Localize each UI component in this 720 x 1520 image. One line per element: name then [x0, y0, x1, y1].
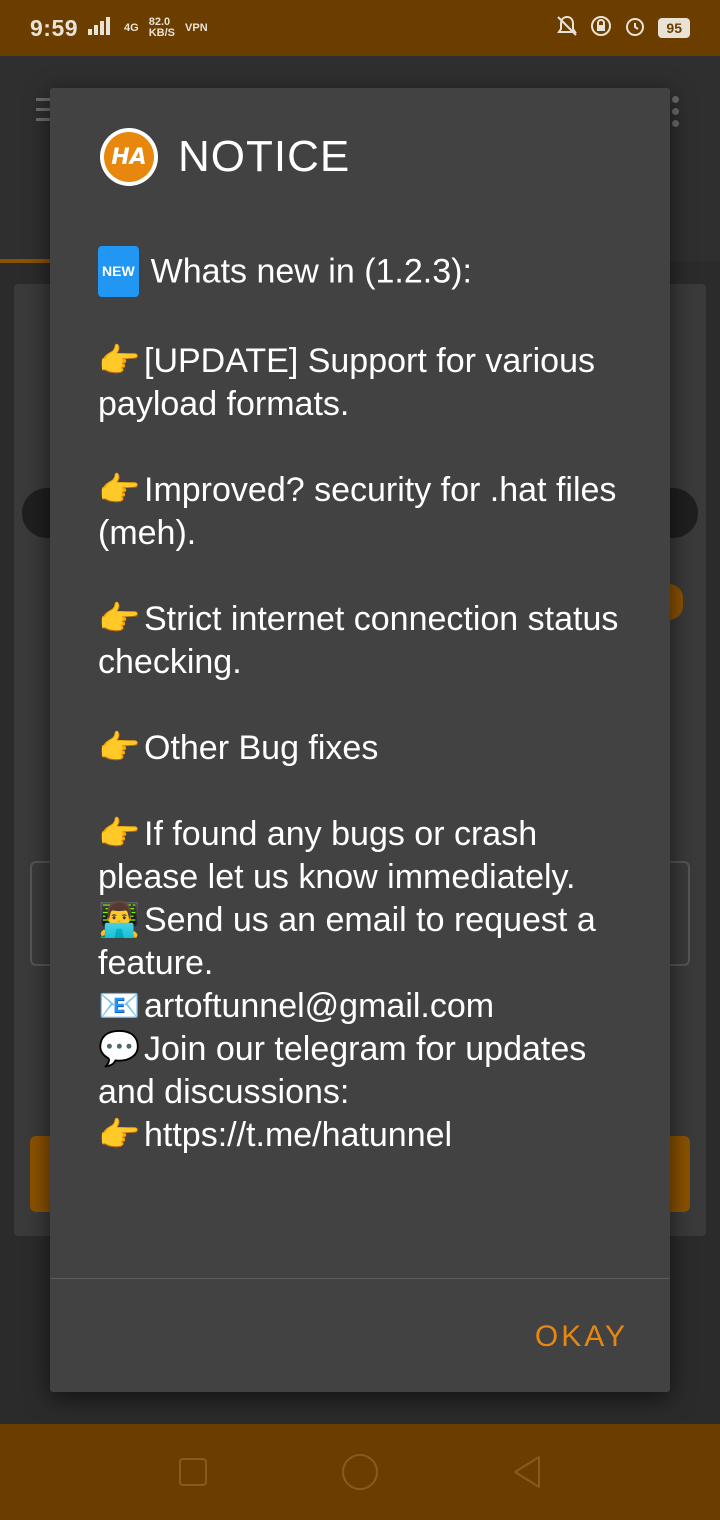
- dialog-header: HA NOTICE: [100, 128, 350, 186]
- speech-bubble-icon: 💬: [98, 1029, 141, 1069]
- email-line: 📧 artoftunnel@gmail.com: [98, 986, 495, 1026]
- network-speed: 82.0 KB/S: [148, 16, 176, 39]
- whats-new-line: NEW Whats new in (1.2.3):: [98, 246, 638, 297]
- dialog-title: NOTICE: [178, 132, 351, 181]
- pointing-hand-icon: 👉: [98, 341, 141, 381]
- pointing-hand-icon: 👉: [98, 1115, 141, 1155]
- internet-line: 👉 Strict internet connection status check…: [98, 599, 619, 681]
- report-line: 👉 If found any bugs or crash please let u…: [98, 814, 576, 896]
- signal-icon: [88, 16, 114, 40]
- recents-button[interactable]: [173, 1452, 213, 1492]
- bugfixes-line: 👉 Other Bug fixes: [98, 728, 379, 768]
- okay-button[interactable]: OKAY: [535, 1320, 628, 1354]
- security-line: 👉 Improved? security for .hat files (meh)…: [98, 470, 617, 552]
- pointing-hand-icon: 👉: [98, 728, 141, 768]
- dialog-message: NEW Whats new in (1.2.3): 👉 [UPDATE] Suppo…: [98, 246, 638, 1157]
- battery-indicator: 95: [658, 18, 690, 38]
- network-type: 4G: [124, 21, 139, 34]
- telegram-line: 💬 Join our telegram for updates and discu…: [98, 1029, 587, 1111]
- background-tab-indicator: [0, 259, 55, 263]
- alarm-icon: [624, 15, 646, 42]
- back-button[interactable]: [507, 1452, 547, 1492]
- feature-line: 👨‍💻 Send us an email to request a feature…: [98, 900, 596, 982]
- home-button[interactable]: [340, 1452, 380, 1492]
- navigation-bar: [0, 1424, 720, 1520]
- email-icon: 📧: [98, 986, 141, 1026]
- person-laptop-icon: 👨‍💻: [98, 900, 141, 940]
- status-time: 9:59: [30, 14, 79, 41]
- pointing-hand-icon: 👉: [98, 470, 141, 510]
- pointing-hand-icon: 👉: [98, 814, 141, 854]
- update-line: 👉 [UPDATE] Support for various payload fo…: [98, 341, 595, 423]
- status-bar: 9:59 4G 82.0 KB/S VPN 95: [0, 0, 720, 56]
- app-logo-icon: HA: [100, 128, 158, 186]
- new-badge-icon: NEW: [98, 246, 139, 297]
- vpn-indicator: VPN: [185, 21, 208, 34]
- bell-muted-icon: [556, 15, 578, 42]
- dialog-divider: [50, 1278, 670, 1279]
- overflow-menu-icon: [672, 96, 679, 132]
- telegram-link-line: 👉 https://t.me/hatunnel: [98, 1115, 453, 1155]
- lock-rotation-icon: [590, 15, 612, 42]
- pointing-hand-icon: 👉: [98, 599, 141, 639]
- notice-dialog: HA NOTICE NEW Whats new in (1.2.3): 👉 [UPD…: [50, 88, 670, 1392]
